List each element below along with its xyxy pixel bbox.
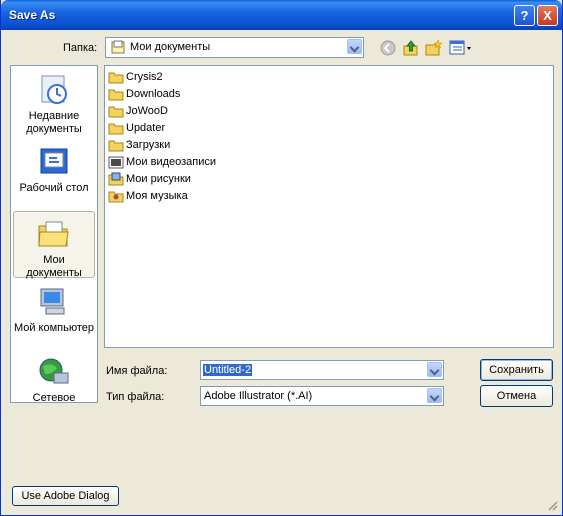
recent-documents-icon	[41, 75, 67, 104]
video-folder-icon	[108, 156, 124, 169]
lookin-label: Папка:	[63, 42, 98, 54]
file-name: Мои видеозаписи	[126, 156, 217, 168]
place-label: Мои документы	[26, 254, 82, 279]
place-network[interactable]: Сетевое	[13, 356, 95, 405]
place-desktop[interactable]: Рабочий стол	[13, 146, 95, 195]
file-list[interactable]: Crysis2 Downloads JoWooD Updater Загрузк…	[104, 65, 554, 348]
place-label: Недавние документы	[26, 110, 82, 135]
filetype-select[interactable]: Adobe Illustrator (*.AI)	[200, 386, 444, 406]
filetype-value: Adobe Illustrator (*.AI)	[204, 390, 313, 402]
help-button[interactable]: ?	[514, 5, 535, 26]
place-my-computer[interactable]: Мой компьютер	[13, 286, 95, 335]
my-documents-icon	[111, 40, 125, 54]
pictures-folder-icon	[108, 172, 124, 186]
my-computer-icon	[40, 288, 65, 315]
file-name: Downloads	[126, 88, 181, 100]
my-documents-icon	[38, 221, 69, 247]
file-name: Updater	[126, 122, 166, 134]
chevron-down-icon[interactable]	[427, 362, 442, 377]
chevron-down-icon[interactable]	[427, 388, 442, 403]
filetype-label: Тип файла:	[106, 391, 165, 403]
folder-icon	[108, 140, 124, 152]
place-label: Мой компьютер	[13, 322, 95, 334]
cancel-button[interactable]: Отмена	[480, 385, 553, 407]
file-name: JoWooD	[126, 105, 168, 117]
title-bar[interactable]: Save As ? X	[1, 0, 562, 30]
chevron-down-icon[interactable]	[347, 39, 362, 54]
folder-icon	[108, 72, 124, 84]
file-name: Загрузки	[126, 139, 171, 151]
close-button[interactable]: X	[537, 5, 558, 26]
window-title: Save As	[9, 8, 56, 22]
folder-icon	[108, 123, 124, 135]
place-label: Рабочий стол	[19, 182, 89, 194]
up-folder-icon[interactable]	[402, 39, 420, 57]
folder-icon	[108, 106, 124, 118]
file-name: Моя музыка	[126, 190, 188, 202]
save-as-dialog: Save As ? X Папка: Мои документы Недавни…	[0, 0, 563, 516]
use-adobe-dialog-button[interactable]: Use Adobe Dialog	[12, 486, 119, 506]
place-label: Сетевое	[32, 392, 76, 404]
places-bar: Недавние документы Рабочий стол Мои доку…	[10, 65, 98, 405]
desktop-icon	[40, 148, 68, 174]
file-name: Мои рисунки	[126, 173, 191, 185]
place-recent-documents[interactable]: Недавние документы	[13, 74, 95, 136]
back-icon[interactable]	[379, 39, 397, 57]
resize-grip-icon[interactable]	[547, 500, 559, 512]
file-name: Crysis2	[126, 71, 163, 83]
network-icon	[39, 358, 69, 384]
filename-field[interactable]: Untitled-2	[200, 360, 444, 380]
place-my-documents[interactable]: Мои документы	[13, 211, 95, 279]
new-folder-icon[interactable]	[425, 39, 443, 57]
folder-icon	[108, 89, 124, 101]
views-menu-icon[interactable]	[449, 39, 473, 57]
filename-label: Имя файла:	[106, 365, 168, 377]
filename-value: Untitled-2	[203, 364, 253, 376]
lookin-combo[interactable]: Мои документы	[105, 37, 364, 58]
lookin-value: Мои документы	[130, 41, 211, 53]
music-folder-icon	[108, 191, 124, 203]
save-button[interactable]: Сохранить	[480, 359, 553, 381]
